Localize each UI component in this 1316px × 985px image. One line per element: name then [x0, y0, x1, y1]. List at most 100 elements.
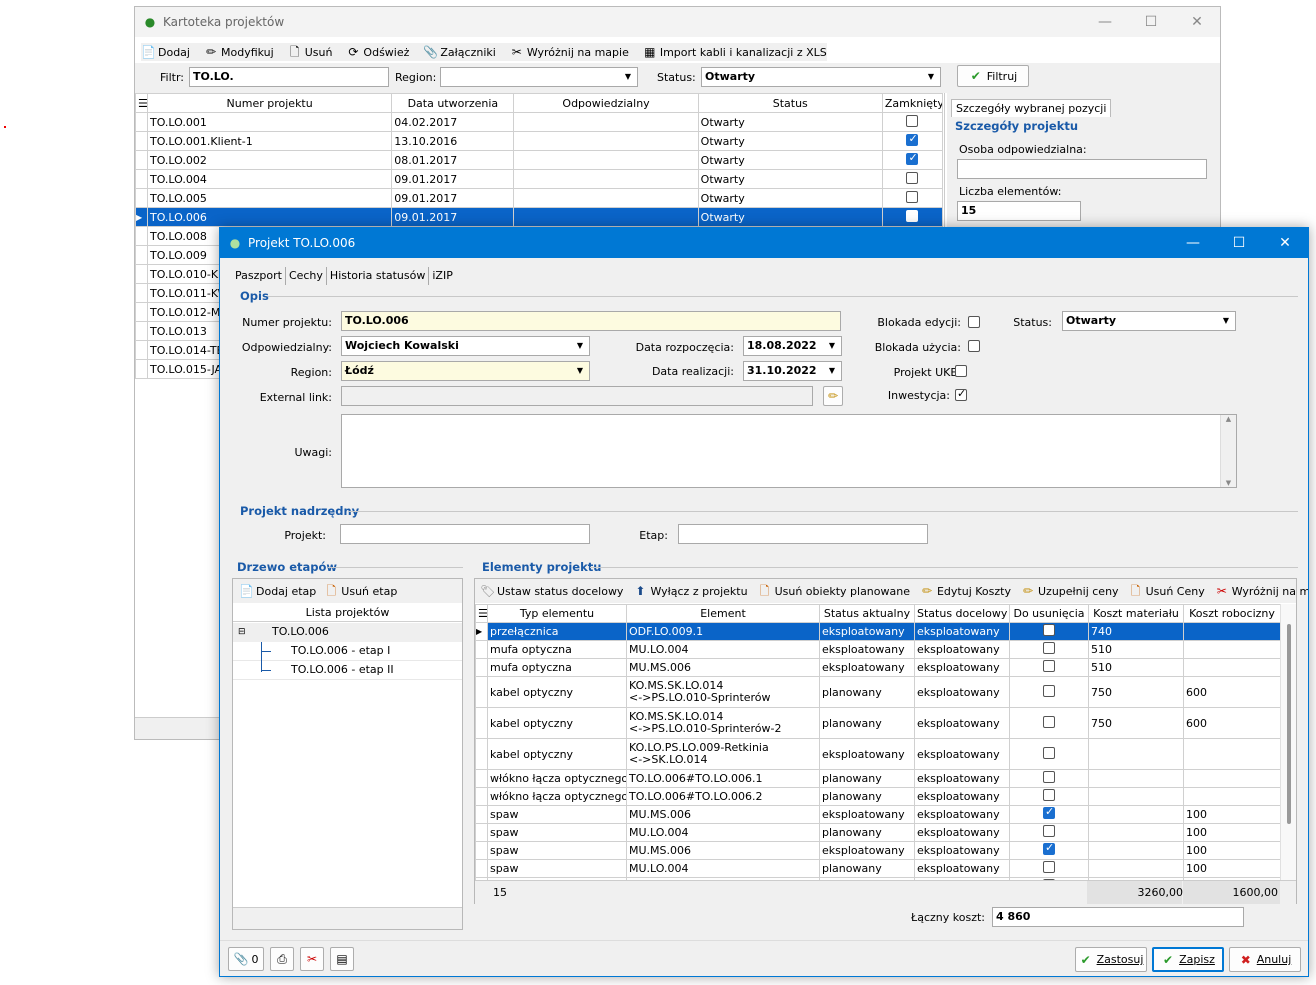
closed-checkbox[interactable] — [906, 190, 919, 203]
to-delete-checkbox[interactable] — [1043, 684, 1055, 697]
to-delete-checkbox[interactable] — [1043, 789, 1055, 801]
to-delete-checkbox[interactable] — [1043, 624, 1055, 636]
person-field[interactable] — [957, 159, 1207, 179]
elements-ustaw-status-docelowy-button[interactable]: 🏷 Ustaw status docelowy — [480, 584, 623, 598]
toolbar-refresh-button[interactable]: ⟳ Odśwież — [346, 45, 409, 59]
column-header[interactable]: Odpowiedzialny — [513, 93, 699, 113]
elements-usuń-ceny-button[interactable]: 🗋 Usuń Ceny — [1129, 584, 1205, 598]
parent-stage-field[interactable] — [678, 524, 928, 544]
tree-child-row[interactable]: TO.LO.006 - etap I — [233, 642, 462, 661]
to-delete-checkbox[interactable] — [1043, 642, 1055, 654]
project-number-field[interactable]: TO.LO.006 — [341, 311, 841, 331]
region-combo[interactable]: Łódź ▼ — [341, 361, 590, 381]
table-row[interactable]: spawMU.MS.006 eksploatowanyeksploatowany 1… — [475, 805, 1281, 824]
filter-input[interactable]: TO.LO. — [189, 67, 389, 87]
table-row[interactable]: TO.LO.005 09.01.2017 Otwarty — [135, 188, 944, 208]
table-row[interactable]: spaw MU.LO.004 planowany eksploatowany 100 — [475, 823, 1281, 842]
column-header[interactable]: Koszt robocizny — [1183, 604, 1281, 623]
maximize-button[interactable]: ☐ — [1216, 228, 1262, 258]
responsible-combo[interactable]: Wojciech Kowalski ▼ — [341, 336, 590, 356]
to-delete-checkbox[interactable] — [1043, 843, 1055, 855]
table-row[interactable]: TO.LO.002 08.01.2017 Otwarty — [135, 150, 944, 170]
realization-date-field[interactable]: 31.10.2022 ▼ — [743, 361, 842, 381]
elements-wyłącz-z-projektu-button[interactable]: ⬆ Wyłącz z projektu — [633, 584, 747, 598]
elements-scrollbar[interactable] — [1280, 604, 1296, 880]
closed-checkbox[interactable] — [906, 209, 919, 222]
close-button[interactable]: ✕ — [1174, 7, 1220, 37]
closed-checkbox[interactable] — [906, 114, 919, 127]
closed-checkbox[interactable] — [906, 152, 919, 165]
tree-root-row[interactable]: ⊟ TO.LO.006 — [233, 623, 462, 642]
maximize-button[interactable]: ☐ — [1128, 7, 1174, 37]
tab-paszport[interactable]: Paszport — [232, 267, 286, 285]
add-stage-button[interactable]: 📄 Dodaj etap — [239, 584, 316, 598]
column-header[interactable]: Typ elementu — [487, 604, 627, 623]
investment-checkbox[interactable] — [955, 387, 967, 401]
tab-cechy[interactable]: Cechy — [286, 267, 327, 285]
uke-checkbox[interactable] — [955, 365, 967, 377]
status-combo[interactable]: Otwarty ▼ — [1062, 311, 1236, 331]
table-row[interactable]: mufa optyczna MU.LO.004 eksploatowany ekspl… — [475, 640, 1281, 659]
edit-link-button[interactable]: ✏ — [823, 386, 843, 406]
minimize-button[interactable]: — — [1082, 7, 1128, 37]
minimize-button[interactable]: — — [1170, 228, 1216, 258]
toolbar-map-pin-button[interactable]: ✂ Wyróżnij na mapie — [510, 45, 629, 59]
external-link-field[interactable] — [341, 386, 813, 406]
toolbar-delete-doc-button[interactable]: 🗋 Usuń — [288, 45, 333, 59]
elements-wyróżnij-na-mapie-button[interactable]: ✂Wyróżnij na mapie — [1215, 584, 1308, 598]
table-row[interactable]: TO.LO.001.Klient-1 13.10.2016 Otwarty — [135, 131, 944, 151]
filter-button[interactable]: ✔ Filtruj — [957, 65, 1029, 87]
elements-uzupełnij-ceny-button[interactable]: ✏ Uzupełnij ceny — [1021, 584, 1119, 598]
column-chooser-icon[interactable]: ☰ — [475, 604, 488, 623]
to-delete-checkbox[interactable] — [1043, 825, 1055, 837]
to-delete-checkbox[interactable] — [1043, 746, 1055, 759]
region-combo[interactable]: ▼ — [440, 67, 638, 87]
column-header[interactable]: Status — [697, 93, 883, 113]
to-delete-checkbox[interactable] — [1043, 861, 1055, 873]
tab-izip[interactable]: iZIP — [429, 267, 455, 285]
table-row[interactable]: kabel optyczny KO.MS.SK.LO.014 <->PS.LO.01… — [475, 707, 1281, 739]
column-chooser-icon[interactable]: ☰ — [135, 93, 148, 113]
table-row[interactable]: ▶ przełącznica ODF.LO.009.1 eksploatowany ek… — [475, 622, 1281, 641]
to-delete-checkbox[interactable] — [1043, 771, 1055, 783]
tab-details[interactable]: Szczegóły wybranej pozycji — [951, 99, 1112, 117]
table-row[interactable]: TO.LO.001 04.02.2017 Otwarty — [135, 112, 944, 132]
table-row[interactable]: kabel optyczny KO.MS.SK.LO.014 <->PS.LO.01… — [475, 676, 1281, 708]
closed-checkbox[interactable] — [906, 171, 919, 184]
to-delete-checkbox[interactable] — [1043, 807, 1055, 819]
print-button[interactable]: ⎙ — [270, 947, 294, 971]
notes-textarea[interactable] — [341, 414, 1237, 488]
elements-edytuj-koszty-button[interactable]: ✏ Edytuj Koszty — [920, 584, 1011, 598]
column-header[interactable]: Element — [626, 604, 820, 623]
use-lock-checkbox[interactable] — [968, 340, 980, 352]
remove-stage-button[interactable]: 🗋 Usuń etap — [324, 584, 397, 598]
tree-collapse-icon[interactable]: ⊟ — [238, 623, 246, 641]
column-header[interactable]: Numer projektu — [146, 93, 393, 113]
table-row[interactable]: ▶ TO.LO.006 09.01.2017 Otwarty — [135, 207, 944, 227]
column-header[interactable]: Do usunięcia — [1009, 604, 1089, 623]
status-combo[interactable]: Otwarty ▼ — [701, 67, 941, 87]
column-header[interactable]: Zamknięty — [881, 93, 944, 113]
column-header[interactable]: Status docelowy — [914, 604, 1010, 623]
parent-project-field[interactable] — [340, 524, 590, 544]
attachments-button[interactable]: 📎 0 — [228, 947, 264, 971]
toolbar-add-doc-button[interactable]: 📄 Dodaj — [141, 45, 190, 59]
save-button[interactable]: ✔ Zapisz — [1152, 947, 1224, 972]
table-row[interactable]: spaw MU.LO.004 planowany eksploatowany 100 — [475, 859, 1281, 878]
column-header[interactable]: Data utworzenia — [391, 93, 515, 113]
toolbar-paperclip-button[interactable]: 📎 Załączniki — [423, 45, 495, 59]
table-row[interactable]: mufa optyczna MU.MS.006 eksploatowany ekspl… — [475, 658, 1281, 677]
edit-lock-checkbox[interactable] — [968, 316, 980, 328]
elements-usuń-obiekty-planowane-button[interactable]: 🗋 Usuń obiekty planowane — [758, 584, 910, 598]
table-row[interactable]: spawMU.MS.006 eksploatowanyeksploatowany 1… — [475, 841, 1281, 860]
table-row[interactable]: kabel optyczny KO.LO.PS.LO.009-Retkinia <-… — [475, 738, 1281, 770]
to-delete-checkbox[interactable] — [1043, 660, 1055, 672]
scroll-thumb[interactable] — [1287, 624, 1291, 824]
notes-scrollbar[interactable]: ▲ ▼ — [1220, 415, 1236, 487]
column-header[interactable]: Status aktualny — [819, 604, 915, 623]
apply-button[interactable]: ✔ Zastosuj — [1075, 947, 1147, 972]
close-button[interactable]: ✕ — [1262, 228, 1308, 258]
notes-button[interactable]: ▤ — [330, 947, 354, 971]
table-row[interactable]: włókno łącza optycznego TO.LO.006#TO.LO.0… — [475, 787, 1281, 806]
toolbar-cable-import-button[interactable]: ▦ Import kabli i kanalizacji z XLS — [643, 45, 827, 59]
